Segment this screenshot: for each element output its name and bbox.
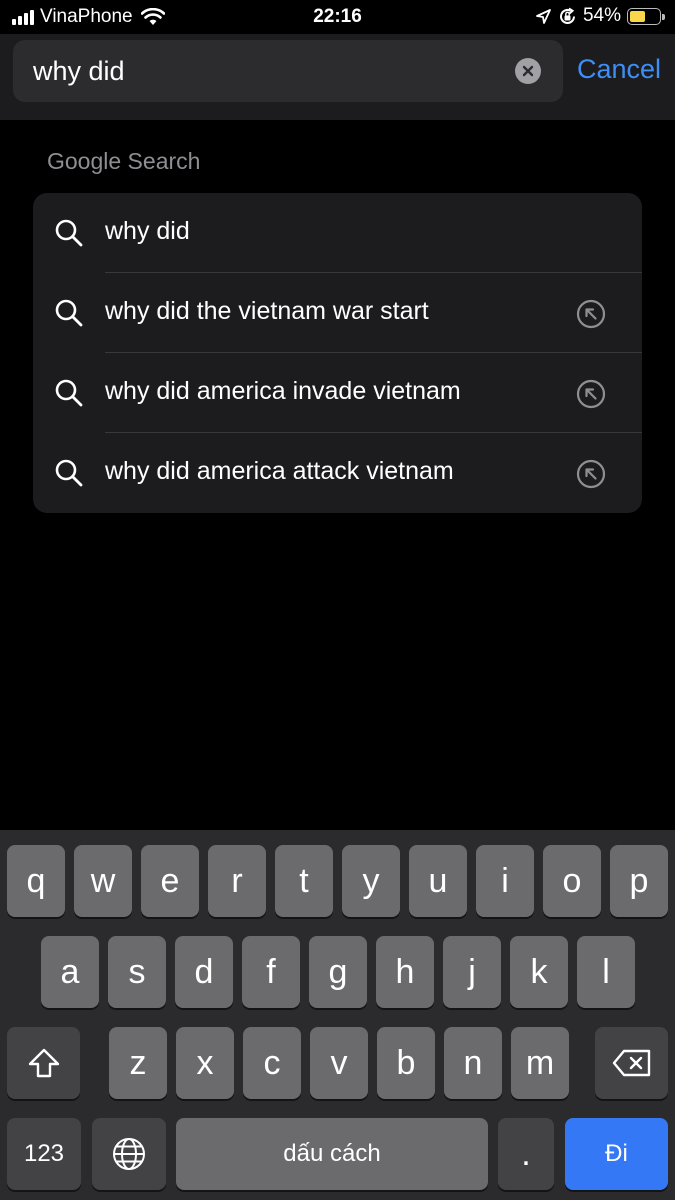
- key-v[interactable]: v: [310, 1027, 368, 1099]
- space-key[interactable]: dấu cách: [176, 1118, 488, 1190]
- suggestion-row[interactable]: why did america attack vietnam: [33, 433, 642, 513]
- suggestion-label: why did america attack vietnam: [105, 457, 454, 485]
- key-label: n: [463, 1043, 483, 1082]
- key-w[interactable]: w: [74, 845, 132, 917]
- globe-key[interactable]: [92, 1118, 166, 1190]
- key-label: u: [428, 861, 448, 900]
- key-label: l: [602, 952, 610, 991]
- key-k[interactable]: k: [510, 936, 568, 1008]
- search-icon: [55, 459, 83, 487]
- key-t[interactable]: t: [275, 845, 333, 917]
- key-u[interactable]: u: [409, 845, 467, 917]
- key-label: k: [530, 952, 548, 991]
- suggestion-label: why did the vietnam war start: [105, 297, 429, 325]
- key-label: x: [196, 1043, 214, 1082]
- key-i[interactable]: i: [476, 845, 534, 917]
- section-title: Google Search: [47, 148, 201, 174]
- key-q[interactable]: q: [7, 845, 65, 917]
- battery-level: [630, 10, 645, 22]
- key-label: i: [501, 861, 509, 900]
- key-m[interactable]: m: [511, 1027, 569, 1099]
- key-label: v: [330, 1043, 348, 1082]
- key-label: b: [396, 1043, 416, 1082]
- key-label: z: [129, 1043, 147, 1082]
- key-z[interactable]: z: [109, 1027, 167, 1099]
- location-arrow-icon: [536, 8, 551, 24]
- key-label: c: [263, 1043, 281, 1082]
- key-g[interactable]: g: [309, 936, 367, 1008]
- key-b[interactable]: b: [377, 1027, 435, 1099]
- key-y[interactable]: y: [342, 845, 400, 917]
- key-label: dấu cách: [283, 1140, 381, 1167]
- backspace-icon: [612, 1049, 650, 1077]
- key-label: q: [26, 861, 46, 900]
- key-label: g: [328, 952, 348, 991]
- numbers-key[interactable]: 123: [7, 1118, 81, 1190]
- key-label: Đi: [605, 1140, 628, 1167]
- suggestion-label: why did: [105, 217, 190, 245]
- key-label: r: [231, 861, 243, 900]
- key-label: s: [128, 952, 146, 991]
- key-j[interactable]: j: [443, 936, 501, 1008]
- search-icon: [55, 299, 83, 327]
- key-x[interactable]: x: [176, 1027, 234, 1099]
- key-label: y: [362, 861, 380, 900]
- key-c[interactable]: c: [243, 1027, 301, 1099]
- key-d[interactable]: d: [175, 936, 233, 1008]
- suggestion-label: why did america invade vietnam: [105, 377, 461, 405]
- key-r[interactable]: r: [208, 845, 266, 917]
- key-h[interactable]: h: [376, 936, 434, 1008]
- battery-percentage: 54%: [582, 5, 621, 26]
- key-label: w: [90, 861, 116, 900]
- suggestion-list: why did why did the vietnam war start why …: [33, 193, 642, 513]
- key-o[interactable]: o: [543, 845, 601, 917]
- key-l[interactable]: l: [577, 936, 635, 1008]
- key-p[interactable]: p: [610, 845, 668, 917]
- key-label: j: [468, 952, 476, 991]
- suggestion-row[interactable]: why did the vietnam war start: [33, 273, 642, 353]
- search-header: why did Cancel: [0, 34, 675, 120]
- key-label: m: [525, 1043, 555, 1082]
- arrow-up-left-icon[interactable]: [576, 379, 606, 409]
- search-input[interactable]: why did: [13, 40, 563, 102]
- arrow-up-left-icon[interactable]: [576, 299, 606, 329]
- key-a[interactable]: a: [41, 936, 99, 1008]
- arrow-up-left-icon[interactable]: [576, 459, 606, 489]
- key-n[interactable]: n: [444, 1027, 502, 1099]
- key-label: a: [60, 952, 80, 991]
- key-label: o: [562, 861, 582, 900]
- keyboard: q w e r t y u i o p a s d f g h j k l z x c v b n m 123 dấu cách. Đi: [0, 830, 675, 1200]
- shift-icon: [28, 1048, 59, 1078]
- shift-key[interactable]: [7, 1027, 80, 1099]
- close-icon: [522, 65, 534, 77]
- key-label: .: [521, 1134, 531, 1173]
- clear-search-button[interactable]: [515, 58, 541, 84]
- key-f[interactable]: f: [242, 936, 300, 1008]
- globe-icon: [113, 1138, 145, 1170]
- rotation-lock-icon: [560, 7, 575, 24]
- search-icon: [55, 379, 83, 407]
- search-query: why did: [33, 56, 125, 86]
- key-label: e: [160, 861, 180, 900]
- period-key[interactable]: .: [498, 1118, 554, 1190]
- key-label: f: [266, 952, 276, 991]
- go-key[interactable]: Đi: [565, 1118, 668, 1190]
- backspace-key[interactable]: [595, 1027, 668, 1099]
- key-e[interactable]: e: [141, 845, 199, 917]
- key-label: h: [395, 952, 415, 991]
- suggestion-row[interactable]: why did america invade vietnam: [33, 353, 642, 433]
- search-icon: [55, 219, 83, 247]
- battery-icon: [627, 7, 665, 25]
- key-label: t: [299, 861, 309, 900]
- suggestion-row[interactable]: why did: [33, 193, 642, 273]
- key-s[interactable]: s: [108, 936, 166, 1008]
- key-label: p: [629, 861, 649, 900]
- key-label: 123: [23, 1140, 65, 1167]
- key-label: d: [194, 952, 214, 991]
- cancel-button[interactable]: Cancel: [577, 54, 661, 85]
- status-bar: VinaPhone 22:16 54%: [0, 0, 675, 34]
